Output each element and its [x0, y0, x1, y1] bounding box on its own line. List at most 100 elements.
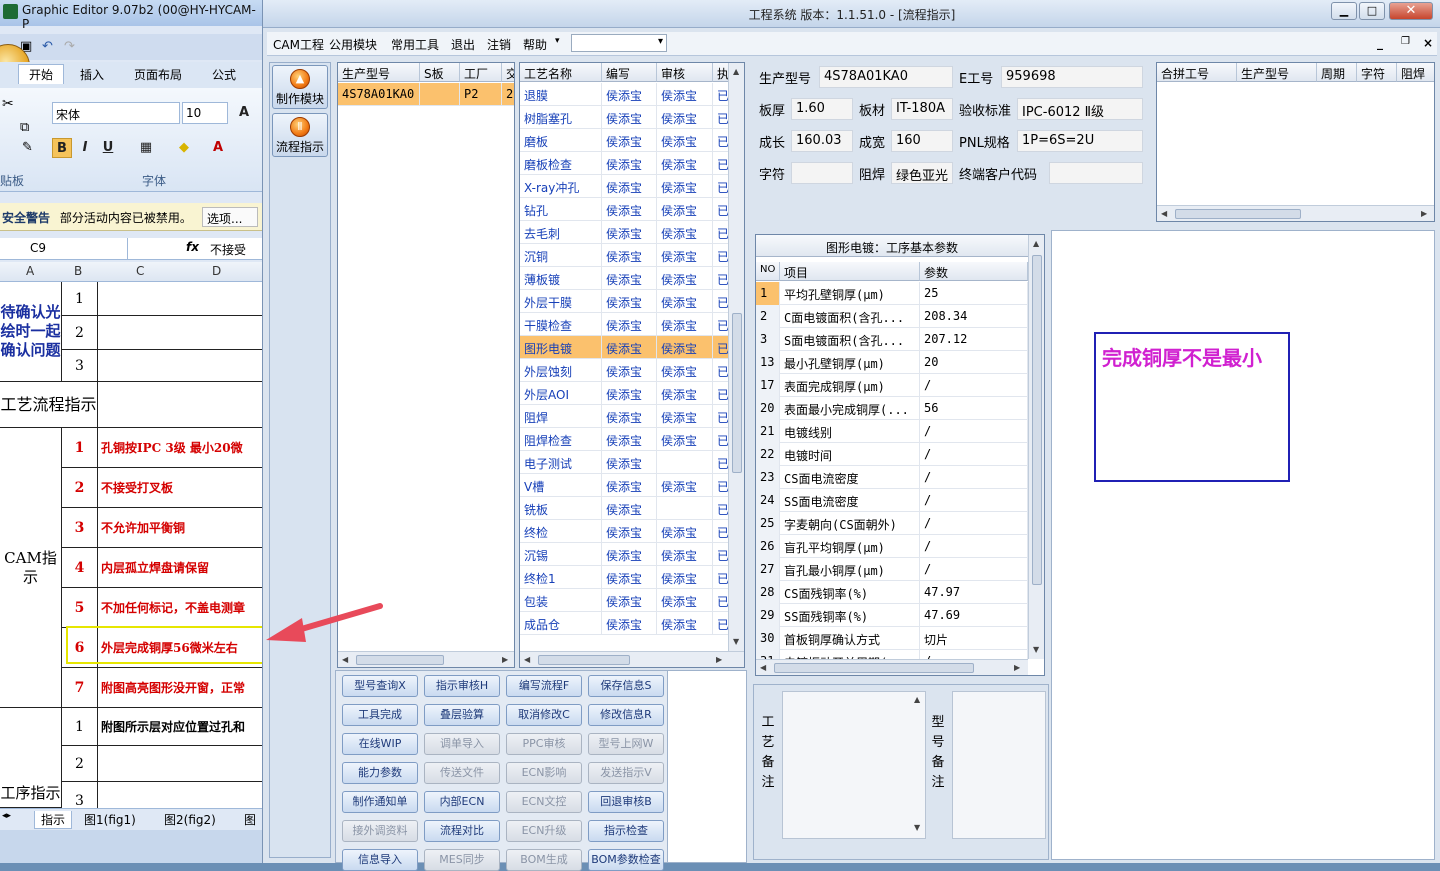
- process-row[interactable]: 外层AOI 侯添宝 侯添宝已: [520, 382, 731, 405]
- menu-cam[interactable]: CAM工程: [273, 36, 324, 53]
- mdi-minimize-button[interactable]: _: [1377, 36, 1383, 50]
- action-button[interactable]: 保存信息S: [588, 675, 664, 697]
- column-header[interactable]: 生产型号: [338, 63, 420, 82]
- action-button[interactable]: 能力参数: [342, 762, 418, 784]
- minimize-button[interactable]: ▁: [1331, 2, 1357, 20]
- param-row[interactable]: 1 平均孔壁铜厚(μm) 25: [756, 282, 1028, 305]
- font-color-icon[interactable]: A: [208, 138, 228, 158]
- cell[interactable]: [98, 746, 262, 782]
- menu-public[interactable]: 公用模块: [329, 36, 377, 53]
- font-name-select[interactable]: 宋体: [52, 102, 180, 124]
- action-button[interactable]: BOM参数检查: [588, 849, 664, 871]
- action-button[interactable]: ECN升级: [506, 820, 582, 842]
- cell[interactable]: 5: [62, 588, 98, 628]
- merge-grid[interactable]: 合拼工号 生产型号 周期 字符 阻焊 ◀ ▶: [1156, 62, 1435, 222]
- column-header[interactable]: 参数: [920, 262, 1028, 281]
- column-header[interactable]: D: [212, 264, 221, 278]
- italic-icon[interactable]: I: [75, 138, 95, 158]
- process-row[interactable]: 外层蚀刻 侯添宝 侯添宝已: [520, 359, 731, 382]
- mask-field[interactable]: 绿色亚光: [891, 162, 953, 184]
- scroll-left-icon[interactable]: ◀: [1161, 209, 1167, 218]
- cell[interactable]: 4: [62, 548, 98, 588]
- action-button[interactable]: 接外调资料: [342, 820, 418, 842]
- ribbon-tab-layout[interactable]: 页面布局: [134, 66, 182, 83]
- column-header[interactable]: 生产型号: [1237, 63, 1317, 82]
- formula-value[interactable]: 不接受: [210, 241, 246, 258]
- scroll-thumb[interactable]: [732, 313, 742, 473]
- process-row[interactable]: 沉锡 侯添宝 侯添宝已: [520, 543, 731, 566]
- action-button[interactable]: 回退审核B: [588, 791, 664, 813]
- cell[interactable]: [98, 282, 262, 316]
- cut-icon[interactable]: ✂: [2, 96, 14, 112]
- action-button[interactable]: 编写流程F: [506, 675, 582, 697]
- process-row[interactable]: 磨板检查 侯添宝 侯添宝已: [520, 152, 731, 175]
- mdi-restore-button[interactable]: ❐: [1401, 36, 1410, 47]
- name-box[interactable]: C9: [0, 238, 128, 260]
- action-button[interactable]: 信息导入: [342, 849, 418, 871]
- action-button[interactable]: 指示检查: [588, 820, 664, 842]
- param-row[interactable]: 28 CS面残铜率(%) 47.97: [756, 581, 1028, 604]
- underline-icon[interactable]: U: [98, 138, 118, 158]
- action-button[interactable]: 内部ECN: [424, 791, 500, 813]
- undo-icon[interactable]: ↶: [42, 39, 53, 54]
- cell[interactable]: [98, 350, 262, 382]
- param-row[interactable]: 3 S面电镀面积(含孔... 207.12: [756, 328, 1028, 351]
- process-row[interactable]: 沉铜 侯添宝 侯添宝已: [520, 244, 731, 267]
- column-header[interactable]: 编写: [602, 63, 657, 82]
- copy-icon[interactable]: ⧉: [20, 120, 29, 135]
- cell[interactable]: 2: [62, 468, 98, 508]
- menu-exit[interactable]: 退出: [451, 36, 475, 53]
- horizontal-scrollbar[interactable]: ◀ ▶: [520, 651, 744, 667]
- cell[interactable]: 1: [62, 282, 98, 316]
- format-painter-icon[interactable]: ✎: [22, 140, 33, 155]
- process-row[interactable]: 终检 侯添宝 侯添宝已: [520, 520, 731, 543]
- column-header[interactable]: C: [136, 264, 144, 278]
- process-row[interactable]: 去毛刺 侯添宝 侯添宝已: [520, 221, 731, 244]
- cell[interactable]: 3: [62, 350, 98, 382]
- standard-field[interactable]: IPC-6012 Ⅱ级: [1017, 98, 1143, 120]
- process-row[interactable]: 成品仓 侯添宝 侯添宝已: [520, 612, 731, 635]
- menu-logout[interactable]: 注销: [487, 36, 511, 53]
- column-header[interactable]: 项目: [780, 262, 920, 281]
- process-row[interactable]: 铣板 侯添宝已: [520, 497, 731, 520]
- action-button[interactable]: 叠层验算: [424, 704, 500, 726]
- scroll-left-icon[interactable]: ◀: [524, 655, 530, 664]
- scroll-down-icon[interactable]: ▼: [914, 823, 920, 832]
- length-field[interactable]: 160.03: [791, 130, 853, 152]
- fill-color-icon[interactable]: ◆: [174, 138, 194, 158]
- border-icon[interactable]: ▦: [136, 138, 156, 158]
- scroll-thumb[interactable]: [1032, 255, 1042, 585]
- sheet-tab[interactable]: 图1(fig1): [84, 811, 136, 828]
- column-header[interactable]: 字符: [1357, 63, 1397, 82]
- cell[interactable]: 不加任何标记，不盖电测章: [98, 588, 262, 628]
- action-button[interactable]: 型号查询X: [342, 675, 418, 697]
- grow-font-icon[interactable]: A: [234, 103, 254, 123]
- action-button[interactable]: 流程对比: [424, 820, 500, 842]
- param-row[interactable]: 25 字麦朝向(CS面朝外) /: [756, 512, 1028, 535]
- process-row[interactable]: 干膜检查 侯添宝 侯添宝已: [520, 313, 731, 336]
- column-header[interactable]: 工艺名称: [520, 63, 602, 82]
- pnl-field[interactable]: 1P=6S=2U: [1017, 130, 1143, 152]
- menu-help[interactable]: 帮助: [523, 36, 547, 53]
- param-row[interactable]: 27 盲孔最小铜厚(μm) /: [756, 558, 1028, 581]
- process-row[interactable]: 阻焊 侯添宝 侯添宝已: [520, 405, 731, 428]
- column-header[interactable]: 交: [502, 63, 514, 82]
- process-row[interactable]: 包装 侯添宝 侯添宝已: [520, 589, 731, 612]
- action-button[interactable]: 指示审核H: [424, 675, 500, 697]
- cell[interactable]: 2: [62, 316, 98, 350]
- scroll-up-icon[interactable]: ▲: [733, 67, 739, 76]
- column-header[interactable]: 工厂: [460, 63, 502, 82]
- sheet-tab[interactable]: 指示: [34, 811, 73, 829]
- process-row[interactable]: 树脂塞孔 侯添宝 侯添宝已: [520, 106, 731, 129]
- column-header[interactable]: 审核: [657, 63, 713, 82]
- scroll-right-icon[interactable]: ▶: [716, 655, 722, 664]
- param-row[interactable]: 13 最小孔壁铜厚(μm) 20: [756, 351, 1028, 374]
- param-grid[interactable]: 图形电镀：工序基本参数 NO 项目 参数 1 平均孔壁铜厚(μm) 25 2 C面电镀面…: [755, 234, 1045, 676]
- column-header[interactable]: NO: [756, 262, 780, 281]
- function-icon[interactable]: fx: [186, 240, 199, 254]
- process-row[interactable]: 终检1 侯添宝 侯添宝已: [520, 566, 731, 589]
- action-button[interactable]: ECN影响: [506, 762, 582, 784]
- sheet-nav-icon[interactable]: ◂▸: [2, 811, 11, 821]
- cell[interactable]: 孔铜按IPC 3级 最小20微: [98, 428, 262, 468]
- param-row[interactable]: 23 CS面电流密度 /: [756, 466, 1028, 489]
